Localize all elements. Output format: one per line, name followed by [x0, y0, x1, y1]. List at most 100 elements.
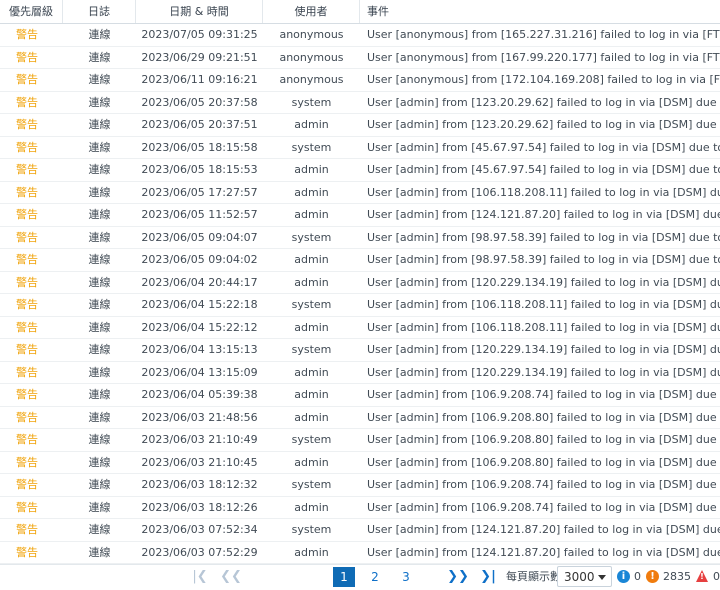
user-cell: admin: [294, 185, 329, 199]
chevron-down-icon: [598, 575, 606, 580]
table-row[interactable]: 警告 連線 2023/06/03 18:12:26 admin User [admin]…: [0, 497, 720, 519]
table-row[interactable]: 警告 連線 2023/06/05 09:04:02 admin User [admin]…: [0, 249, 720, 272]
column-header-priority[interactable]: 優先層級: [0, 0, 63, 23]
page-2-button[interactable]: 2: [364, 567, 386, 587]
table-row[interactable]: 警告 連線 2023/06/05 11:52:57 admin User [admin]…: [0, 204, 720, 227]
event-cell: User [admin] from [120.229.134.19] faile…: [367, 275, 720, 289]
priority-cell: 警告: [16, 95, 38, 109]
table-row[interactable]: 警告 連線 2023/06/05 18:15:58 system User [admin…: [0, 137, 720, 159]
datetime-cell: 2023/06/04 15:22:18: [141, 298, 258, 311]
log-cell: 連線: [88, 118, 111, 131]
next-page-icon[interactable]: ❯❯: [447, 567, 469, 587]
datetime-cell: 2023/06/03 07:52:29: [141, 545, 258, 559]
event-cell: User [admin] from [124.121.87.20] failed…: [367, 545, 720, 559]
table-row[interactable]: 警告 連線 2023/06/03 21:10:45 admin User [admin]…: [0, 452, 720, 474]
per-page-select[interactable]: 3000: [557, 566, 612, 587]
column-header-event[interactable]: 事件: [360, 0, 720, 23]
first-page-icon[interactable]: |❮: [189, 567, 211, 587]
priority-cell: 警告: [16, 140, 38, 154]
table-row[interactable]: 警告 連線 2023/06/05 09:04:07 system User [admin…: [0, 227, 720, 249]
priority-cell: 警告: [16, 28, 38, 41]
table-row[interactable]: 警告 連線 2023/06/04 05:39:38 admin User [admin]…: [0, 384, 720, 407]
column-header-datetime[interactable]: 日期 & 時間: [136, 0, 263, 23]
priority-cell: 警告: [16, 185, 38, 199]
priority-cell: 警告: [16, 365, 38, 379]
log-cell: 連線: [88, 163, 111, 176]
table-row[interactable]: 警告 連線 2023/06/03 21:10:49 system User [admin…: [0, 429, 720, 452]
datetime-cell: 2023/06/05 20:37:58: [141, 95, 258, 109]
column-header-user[interactable]: 使用者: [263, 0, 360, 23]
user-cell: anonymous: [279, 28, 344, 41]
log-cell: 連線: [88, 95, 111, 109]
event-cell: User [admin] from [106.118.208.11] faile…: [367, 298, 720, 311]
priority-cell: 警告: [16, 253, 38, 266]
log-cell: 連線: [88, 73, 111, 86]
column-header-log[interactable]: 日誌: [63, 0, 136, 23]
event-cell: User [admin] from [106.118.208.11] faile…: [367, 320, 720, 334]
log-cell: 連線: [88, 275, 111, 289]
event-cell: User [anonymous] from [172.104.169.208] …: [367, 73, 720, 86]
user-cell: admin: [294, 500, 329, 514]
table-row[interactable]: 警告 連線 2023/06/05 20:37:51 admin User [admin]…: [0, 114, 720, 137]
warning-count: 2835: [663, 570, 691, 583]
table-row[interactable]: 警告 連線 2023/06/11 09:16:21 anonymous User [an…: [0, 69, 720, 92]
table-row[interactable]: 警告 連線 2023/06/04 13:15:09 admin User [admin]…: [0, 362, 720, 384]
table-row[interactable]: 警告 連線 2023/06/03 18:12:32 system User [admin…: [0, 474, 720, 497]
priority-cell: 警告: [16, 545, 38, 559]
user-cell: system: [291, 523, 332, 536]
user-cell: admin: [294, 388, 329, 401]
user-cell: system: [291, 343, 332, 356]
event-cell: User [admin] from [106.9.208.74] failed …: [367, 500, 720, 514]
table-row[interactable]: 警告 連線 2023/06/05 17:27:57 admin User [admin]…: [0, 182, 720, 204]
log-table: 優先層級 日誌 日期 & 時間 使用者 事件 警告 連線 2023/07/05 09…: [0, 0, 720, 564]
user-cell: anonymous: [279, 50, 344, 64]
event-cell: User [admin] from [106.9.208.80] failed …: [367, 410, 720, 424]
table-row[interactable]: 警告 連線 2023/06/29 09:21:51 anonymous User [an…: [0, 47, 720, 69]
datetime-cell: 2023/06/04 05:39:38: [141, 388, 258, 401]
priority-cell: 警告: [16, 455, 38, 469]
table-row[interactable]: 警告 連線 2023/06/03 07:52:29 admin User [admin]…: [0, 542, 720, 564]
datetime-cell: 2023/06/03 21:48:56: [141, 410, 258, 424]
info-icon: i: [617, 570, 630, 583]
table-row[interactable]: 警告 連線 2023/06/04 20:44:17 admin User [admin]…: [0, 272, 720, 294]
user-cell: admin: [294, 118, 329, 131]
log-cell: 連線: [88, 523, 111, 536]
table-row[interactable]: 警告 連線 2023/06/03 21:48:56 admin User [admin]…: [0, 407, 720, 429]
datetime-cell: 2023/06/03 07:52:34: [141, 523, 258, 536]
table-row[interactable]: 警告 連線 2023/06/03 07:52:34 system User [admin…: [0, 519, 720, 542]
log-cell: 連線: [88, 545, 111, 559]
table-row[interactable]: 警告 連線 2023/06/04 15:22:12 admin User [admin]…: [0, 317, 720, 339]
event-cell: User [admin] from [45.67.97.54] failed t…: [367, 163, 720, 176]
table-row[interactable]: 警告 連線 2023/06/04 15:22:18 system User [admin…: [0, 294, 720, 317]
log-cell: 連線: [88, 230, 111, 244]
error-count: 0: [713, 570, 720, 583]
previous-page-icon[interactable]: ❮❮: [220, 567, 242, 587]
event-cell: User [admin] from [123.20.29.62] failed …: [367, 95, 720, 109]
priority-cell: 警告: [16, 320, 38, 334]
user-cell: system: [291, 478, 332, 491]
priority-cell: 警告: [16, 73, 38, 86]
datetime-cell: 2023/07/05 09:31:25: [141, 28, 258, 41]
per-page-value: 3000: [564, 570, 595, 584]
priority-cell: 警告: [16, 388, 38, 401]
log-cell: 連線: [88, 320, 111, 334]
event-cell: User [admin] from [106.9.208.80] failed …: [367, 455, 720, 469]
datetime-cell: 2023/06/05 18:15:58: [141, 140, 258, 154]
page-3-button[interactable]: 3: [395, 567, 417, 587]
page-1-button[interactable]: 1: [333, 567, 355, 587]
event-cell: User [admin] from [120.229.134.19] faile…: [367, 365, 720, 379]
event-cell: User [anonymous] from [165.227.31.216] f…: [367, 28, 720, 41]
table-row[interactable]: 警告 連線 2023/06/05 18:15:53 admin User [admin]…: [0, 159, 720, 182]
log-cell: 連線: [88, 28, 111, 41]
user-cell: anonymous: [279, 73, 344, 86]
user-cell: system: [291, 433, 332, 446]
user-cell: admin: [294, 275, 329, 289]
table-row[interactable]: 警告 連線 2023/06/04 13:15:13 system User [admin…: [0, 339, 720, 362]
user-cell: admin: [294, 410, 329, 424]
table-row[interactable]: 警告 連線 2023/06/05 20:37:58 system User [admin…: [0, 92, 720, 114]
warning-icon: !: [646, 570, 659, 583]
last-page-icon[interactable]: ❯|: [477, 567, 499, 587]
table-row[interactable]: 警告 連線 2023/07/05 09:31:25 anonymous User [an…: [0, 24, 720, 47]
event-cell: User [admin] from [106.9.208.74] failed …: [367, 478, 720, 491]
priority-cell: 警告: [16, 230, 38, 244]
